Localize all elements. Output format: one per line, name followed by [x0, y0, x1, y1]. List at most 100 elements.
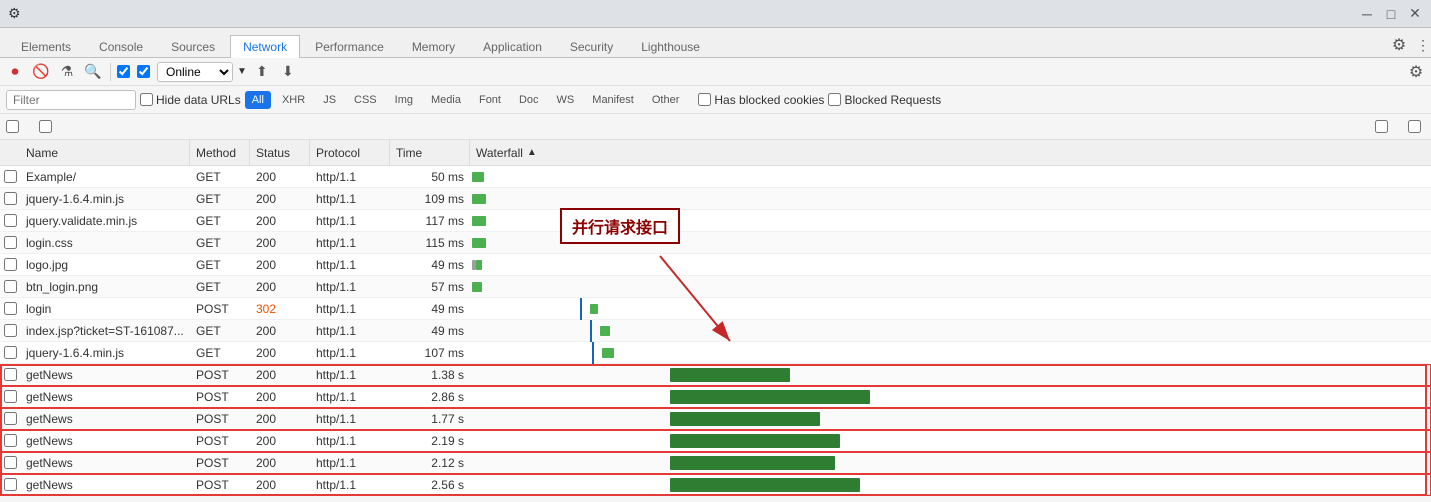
th-protocol[interactable]: Protocol — [310, 140, 390, 165]
td-method: POST — [190, 390, 250, 404]
filter-doc-btn[interactable]: Doc — [512, 91, 546, 109]
td-time: 2.56 s — [390, 478, 470, 492]
table-row[interactable]: getNewsPOST200http/1.11.38 s — [0, 364, 1431, 386]
td-waterfall — [470, 474, 1431, 496]
capture-screenshots-label[interactable] — [1408, 120, 1425, 133]
hide-data-urls-label[interactable]: Hide data URLs — [140, 93, 241, 107]
has-blocked-cookies-label[interactable]: Has blocked cookies — [698, 93, 824, 107]
table-row[interactable]: btn_login.pngGET200http/1.157 ms — [0, 276, 1431, 298]
td-name: jquery-1.6.4.min.js — [20, 192, 190, 206]
table-row[interactable]: getNewsPOST200http/1.12.56 s — [0, 474, 1431, 496]
td-time: 1.77 s — [390, 412, 470, 426]
close-btn[interactable]: ✕ — [1407, 6, 1423, 22]
th-method[interactable]: Method — [190, 140, 250, 165]
filter-other-btn[interactable]: Other — [645, 91, 687, 109]
table-row[interactable]: logo.jpgGET200http/1.149 ms — [0, 254, 1431, 276]
disable-cache-checkbox[interactable] — [137, 65, 150, 78]
td-status: 200 — [250, 412, 310, 426]
tab-sources[interactable]: Sources — [158, 35, 228, 58]
td-time: 57 ms — [390, 280, 470, 294]
td-time: 49 ms — [390, 302, 470, 316]
table-row[interactable]: getNewsPOST200http/1.12.86 s — [0, 386, 1431, 408]
capture-screenshots-checkbox[interactable] — [1408, 120, 1421, 133]
row-checkbox-cell — [0, 302, 20, 315]
row-checkbox-cell — [0, 324, 20, 337]
td-method: GET — [190, 280, 250, 294]
large-rows-label[interactable] — [6, 120, 23, 133]
td-status: 200 — [250, 170, 310, 184]
filter-media-btn[interactable]: Media — [424, 91, 468, 109]
td-name: getNews — [20, 412, 190, 426]
filter-img-btn[interactable]: Img — [388, 91, 420, 109]
clear-btn[interactable]: 🚫 — [30, 61, 52, 83]
tab-application[interactable]: Application — [470, 35, 555, 58]
row-checkbox-cell — [0, 170, 20, 183]
table-row[interactable]: login.cssGET200http/1.1115 ms — [0, 232, 1431, 254]
td-protocol: http/1.1 — [310, 236, 390, 250]
table-row[interactable]: Example/GET200http/1.150 ms — [0, 166, 1431, 188]
record-btn[interactable]: ⏺ — [4, 61, 26, 83]
td-time: 1.38 s — [390, 368, 470, 382]
filter-js-btn[interactable]: JS — [316, 91, 343, 109]
large-rows-checkbox[interactable] — [6, 120, 19, 133]
filter-input[interactable] — [6, 90, 136, 110]
th-name[interactable]: Name — [20, 140, 190, 165]
throttle-select[interactable]: Online Slow 3G Fast 3G Offline — [157, 62, 233, 82]
show-overview-checkbox[interactable] — [39, 120, 52, 133]
blocked-requests-label[interactable]: Blocked Requests — [828, 93, 941, 107]
preserve-log-label[interactable] — [117, 65, 133, 78]
tab-security[interactable]: Security — [557, 35, 626, 58]
table-row[interactable]: jquery.validate.min.jsGET200http/1.1117 … — [0, 210, 1431, 232]
tab-elements[interactable]: Elements — [8, 35, 84, 58]
th-waterfall[interactable]: Waterfall ▲ — [470, 140, 1431, 165]
tab-network[interactable]: Network — [230, 35, 300, 58]
tab-console[interactable]: Console — [86, 35, 156, 58]
upload-btn[interactable]: ⬆ — [251, 61, 273, 83]
td-name: getNews — [20, 478, 190, 492]
td-name: Example/ — [20, 170, 190, 184]
table-row[interactable]: getNewsPOST200http/1.11.77 s — [0, 408, 1431, 430]
tab-performance[interactable]: Performance — [302, 35, 397, 58]
table-row[interactable]: loginPOST302http/1.149 ms — [0, 298, 1431, 320]
filter-font-btn[interactable]: Font — [472, 91, 508, 109]
hide-data-urls-checkbox[interactable] — [140, 93, 153, 106]
table-row[interactable]: index.jsp?ticket=ST-161087...GET200http/… — [0, 320, 1431, 342]
restore-btn[interactable]: □ — [1383, 6, 1399, 22]
row-checkbox-cell — [0, 214, 20, 227]
title-bar: ⚙ ─ □ ✕ — [0, 0, 1431, 28]
table-row[interactable]: jquery-1.6.4.min.jsGET200http/1.1109 ms — [0, 188, 1431, 210]
filter-ws-btn[interactable]: WS — [550, 91, 582, 109]
table-row[interactable]: getNewsPOST200http/1.12.12 s — [0, 452, 1431, 474]
show-overview-label[interactable] — [39, 120, 56, 133]
settings-icon2[interactable]: ⚙ — [1405, 61, 1427, 83]
row-checkbox-cell — [0, 258, 20, 271]
table-row[interactable]: jquery-1.6.4.min.jsGET200http/1.1107 ms — [0, 342, 1431, 364]
tab-memory[interactable]: Memory — [399, 35, 468, 58]
filter-icon-btn[interactable]: ⚗ — [56, 61, 78, 83]
group-by-frame-label[interactable] — [1375, 120, 1392, 133]
minimize-btn[interactable]: ─ — [1359, 6, 1375, 22]
th-time[interactable]: Time — [390, 140, 470, 165]
disable-cache-label[interactable] — [137, 65, 153, 78]
more-icon[interactable]: ⋮ — [1415, 37, 1431, 53]
has-blocked-cookies-checkbox[interactable] — [698, 93, 711, 106]
filter-bar: Hide data URLs All XHR JS CSS Img Media … — [0, 86, 1431, 114]
filter-all-btn[interactable]: All — [245, 91, 271, 109]
filter-css-btn[interactable]: CSS — [347, 91, 384, 109]
settings-icon[interactable]: ⚙ — [1391, 37, 1407, 53]
td-name: index.jsp?ticket=ST-161087... — [20, 324, 190, 338]
filter-xhr-btn[interactable]: XHR — [275, 91, 312, 109]
preserve-log-checkbox[interactable] — [117, 65, 130, 78]
search-btn[interactable]: 🔍 — [82, 61, 104, 83]
th-status[interactable]: Status — [250, 140, 310, 165]
devtools-icon: ⚙ — [8, 5, 21, 22]
td-name: login — [20, 302, 190, 316]
filter-manifest-btn[interactable]: Manifest — [585, 91, 641, 109]
blocked-requests-checkbox[interactable] — [828, 93, 841, 106]
download-btn[interactable]: ⬇ — [277, 61, 299, 83]
td-name: getNews — [20, 456, 190, 470]
td-protocol: http/1.1 — [310, 214, 390, 228]
tab-lighthouse[interactable]: Lighthouse — [628, 35, 713, 58]
table-row[interactable]: getNewsPOST200http/1.12.19 s — [0, 430, 1431, 452]
group-by-frame-checkbox[interactable] — [1375, 120, 1388, 133]
